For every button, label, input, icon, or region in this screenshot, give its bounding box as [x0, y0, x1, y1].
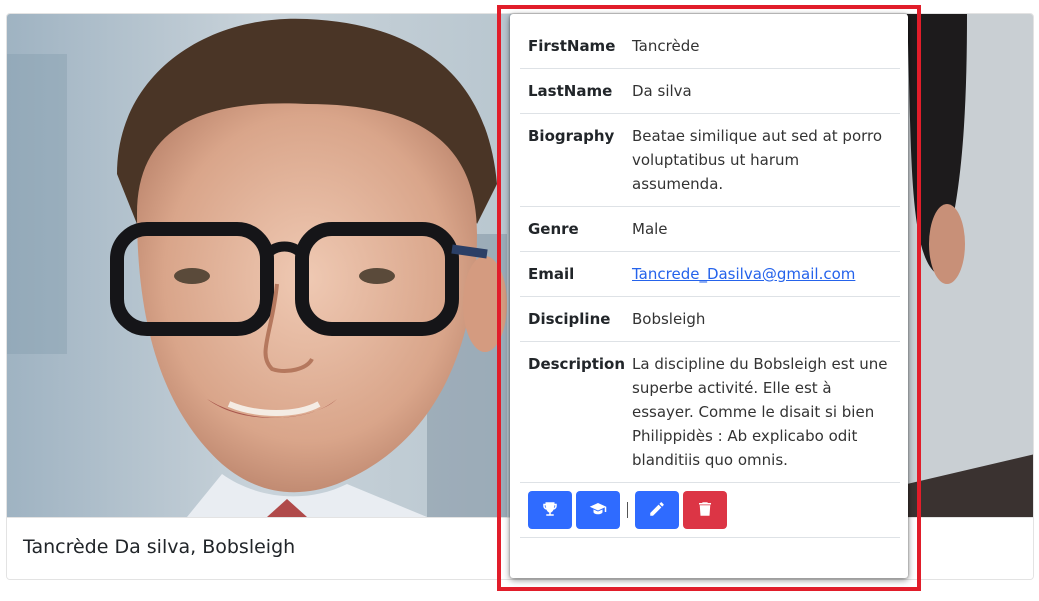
card-title: Tancrède Da silva, Bobsleigh — [23, 536, 296, 558]
row-label: Discipline — [528, 310, 611, 328]
row-value: Tancrede_Dasilva@gmail.com — [632, 262, 892, 286]
row-firstname: FirstName Tancrède — [520, 24, 900, 69]
row-label: Biography — [528, 127, 615, 145]
row-genre: Genre Male — [520, 207, 900, 252]
delete-button[interactable] — [683, 491, 727, 529]
row-value: Male — [632, 220, 668, 238]
button-separator — [627, 502, 628, 518]
row-label: Genre — [528, 220, 579, 238]
row-lastname: LastName Da silva — [520, 69, 900, 114]
row-biography: Biography Beatae similique aut sed at po… — [520, 114, 900, 207]
trophy-button[interactable] — [528, 491, 572, 529]
graduation-cap-icon — [589, 500, 607, 521]
row-value: La discipline du Bobsleigh est une super… — [632, 355, 888, 469]
row-label: FirstName — [528, 37, 616, 55]
row-email: Email Tancrede_Dasilva@gmail.com — [520, 252, 900, 297]
row-value: Bobsleigh — [632, 310, 706, 328]
row-description: Description La discipline du Bobsleigh e… — [520, 342, 900, 483]
details-table: FirstName Tancrède LastName Da silva Bio… — [520, 24, 900, 538]
trophy-icon — [541, 500, 559, 521]
pencil-icon — [648, 500, 666, 521]
row-discipline: Discipline Bobsleigh — [520, 297, 900, 342]
row-label: Description — [528, 355, 626, 373]
email-link[interactable]: Tancrede_Dasilva@gmail.com — [632, 265, 855, 283]
row-value: Tancrède — [632, 37, 700, 55]
row-value: Da silva — [632, 82, 692, 100]
row-label: LastName — [528, 82, 613, 100]
trash-icon — [696, 500, 714, 521]
edit-button[interactable] — [635, 491, 679, 529]
graduation-button[interactable] — [576, 491, 620, 529]
row-label: Email — [528, 265, 575, 283]
details-panel: FirstName Tancrède LastName Da silva Bio… — [510, 14, 908, 578]
row-value: Beatae similique aut sed at porro volupt… — [632, 127, 883, 193]
action-buttons — [520, 483, 900, 538]
